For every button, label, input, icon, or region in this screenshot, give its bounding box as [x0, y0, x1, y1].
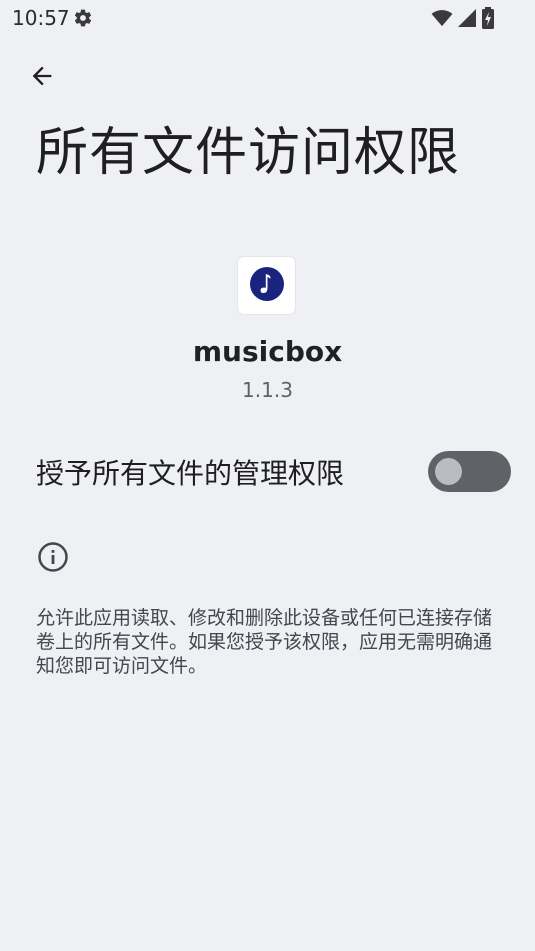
toggle-knob — [435, 458, 462, 485]
permission-label: 授予所有文件的管理权限 — [36, 457, 345, 490]
back-button[interactable] — [22, 58, 62, 98]
cell-signal-icon — [457, 8, 477, 32]
app-icon — [238, 257, 295, 314]
status-bar: 10:57 — [0, 0, 535, 36]
settings-gear-icon — [73, 8, 93, 28]
page-title: 所有文件访问权限 — [36, 123, 461, 183]
info-icon — [37, 541, 69, 573]
permission-description: 允许此应用读取、修改和删除此设备或任何已连接存储卷上的所有文件。如果您授予该权限… — [36, 607, 493, 677]
app-version: 1.1.3 — [242, 378, 293, 402]
status-time: 10:57 — [12, 6, 70, 30]
permission-toggle-row[interactable]: 授予所有文件的管理权限 — [0, 440, 535, 504]
app-name: musicbox — [192, 335, 343, 368]
arrow-back-icon — [28, 62, 56, 94]
battery-charging-icon — [481, 7, 495, 33]
wifi-icon — [431, 8, 453, 32]
status-icons — [431, 7, 495, 33]
permission-toggle-switch[interactable] — [428, 451, 511, 492]
music-note-icon — [249, 266, 285, 306]
